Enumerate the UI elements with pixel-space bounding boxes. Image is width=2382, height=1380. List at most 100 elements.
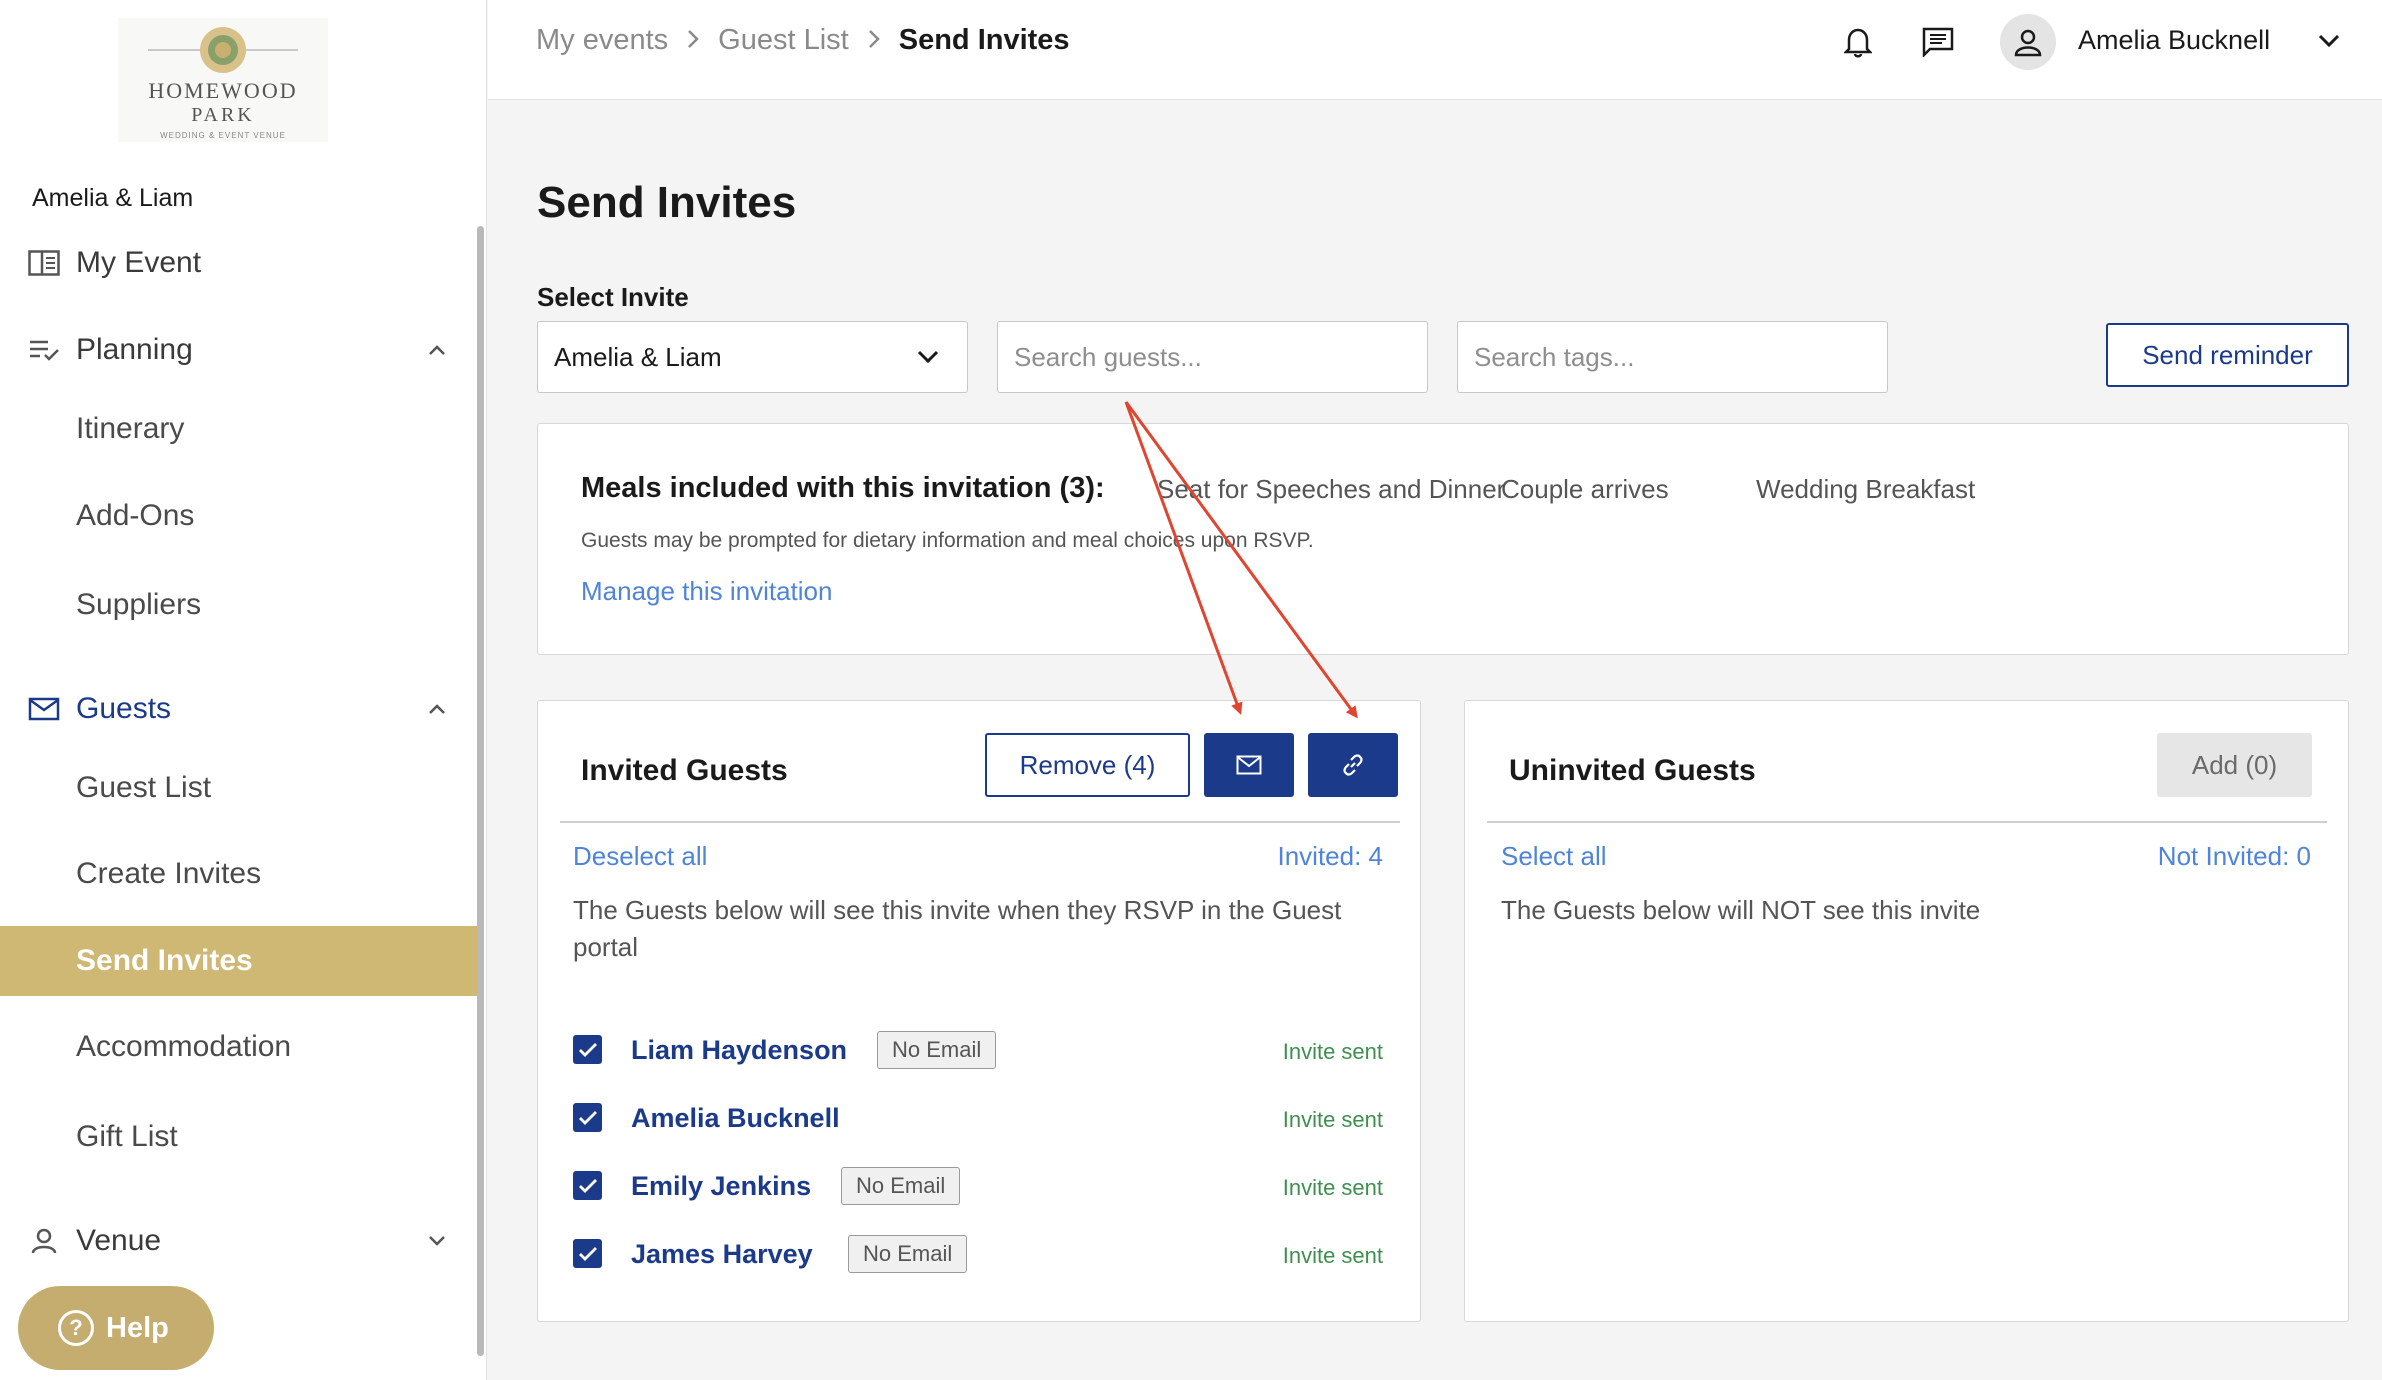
uninvited-guests-title: Uninvited Guests [1509,754,1756,787]
send-email-button[interactable] [1204,733,1294,797]
logo-text-homewood: HOMEWOOD [148,78,298,103]
send-reminder-button[interactable]: Send reminder [2106,323,2349,387]
guest-checkbox[interactable] [573,1239,602,1268]
meal-tag: Wedding Breakfast [1756,474,1976,504]
copy-link-button[interactable] [1308,733,1398,797]
venue-logo[interactable]: HOMEWOOD PARK WEDDING & EVENT VENUE [118,18,328,142]
sidebar-item-send-invites[interactable]: Send Invites [0,926,478,996]
sidebar-item-label: Guests [76,692,172,725]
guest-checkbox[interactable] [573,1171,602,1200]
sidebar-item-create-invites[interactable]: Create Invites [0,839,478,909]
guest-name[interactable]: James Harvey [631,1239,813,1270]
sidebar-item-label: My Event [76,246,202,279]
invite-select[interactable]: Amelia & Liam [537,321,968,393]
sidebar-item-label: Add-Ons [76,499,195,532]
chevron-up-icon[interactable] [424,337,450,363]
sidebar-item-label: Venue [76,1224,162,1257]
guest-checkbox[interactable] [573,1035,602,1064]
page-title: Send Invites [537,178,797,227]
manage-invitation-link[interactable]: Manage this invitation [581,576,832,607]
invite-select-value: Amelia & Liam [554,341,722,372]
breadcrumb-my-events[interactable]: My events [536,24,668,57]
breadcrumb-guest-list[interactable]: Guest List [718,24,849,57]
logo-text-park: PARK [191,104,255,126]
sidebar: HOMEWOOD PARK WEDDING & EVENT VENUE Amel… [0,0,487,1380]
sidebar-item-my-event[interactable]: My Event [0,228,478,298]
sidebar-item-guest-list[interactable]: Guest List [0,753,478,823]
guest-name[interactable]: Emily Jenkins [631,1171,811,1202]
sidebar-item-suppliers[interactable]: Suppliers [0,570,478,640]
sidebar-item-label: Create Invites [76,857,262,890]
table-row[interactable]: Emily Jenkins No Email Invite sent [573,1167,1383,1207]
bell-icon[interactable] [1838,22,1878,62]
card-divider [560,821,1400,823]
sidebar-item-accommodation[interactable]: Accommodation [0,1012,478,1082]
person-icon [26,1223,62,1259]
search-guests-input[interactable] [1014,341,1427,373]
help-button[interactable]: ? Help [18,1286,214,1370]
sidebar-item-itinerary[interactable]: Itinerary [0,394,478,464]
table-row[interactable]: James Harvey No Email Invite sent [573,1235,1383,1275]
invite-status: Invite sent [1282,1039,1383,1064]
sidebar-item-label: Gift List [76,1120,178,1153]
breadcrumb-send-invites: Send Invites [898,24,1070,56]
sidebar-item-guests[interactable]: Guests [0,674,478,744]
chevron-up-icon[interactable] [424,696,450,722]
select-invite-label: Select Invite [537,282,689,312]
chevron-right-icon [867,25,881,56]
chat-icon[interactable] [1918,22,1958,62]
check-icon [578,1178,597,1193]
check-icon [578,1042,597,1057]
sidebar-item-add-ons[interactable]: Add-Ons [0,481,478,551]
meal-tag: Seat for Speeches and Dinner [1157,474,1506,504]
table-row[interactable]: Amelia Bucknell Invite sent [573,1099,1383,1139]
guest-name[interactable]: Liam Haydenson [631,1035,847,1066]
no-email-badge: No Email [877,1031,997,1069]
check-icon [578,1110,597,1125]
meal-tag: Couple arrives [1501,474,1669,504]
invited-guests-title: Invited Guests [581,754,788,787]
mail-icon [1236,755,1262,775]
uninvited-description: The Guests below will NOT see this invit… [1501,895,1981,925]
mail-icon [26,691,62,727]
search-guests-field[interactable] [997,321,1428,393]
add-button[interactable]: Add (0) [2157,733,2312,797]
sidebar-item-gift-list[interactable]: Gift List [0,1102,478,1172]
sidebar-item-venue[interactable]: Venue [0,1206,478,1276]
guest-checkbox[interactable] [573,1103,602,1132]
chevron-right-icon [686,25,700,56]
breadcrumb: My events Guest List Send Invites [536,24,1070,57]
remove-button[interactable]: Remove (4) [985,733,1190,797]
sidebar-scrollbar[interactable] [477,226,484,1356]
invited-description: The Guests below will see this invite wh… [573,895,1342,962]
invited-guests-card: Invited Guests Remove (4) Deselect all I… [537,700,1421,1322]
deselect-all-link[interactable]: Deselect all [573,841,707,872]
card-divider [1487,821,2327,823]
meals-title: Meals included with this invitation (3): [581,472,1105,504]
invite-status: Invite sent [1282,1243,1383,1268]
sidebar-item-planning[interactable]: Planning [0,315,478,385]
avatar[interactable] [2000,14,2056,70]
select-all-link[interactable]: Select all [1501,841,1607,872]
invite-status: Invite sent [1282,1175,1383,1200]
chevron-down-icon[interactable] [2314,26,2344,56]
checklist-icon [26,332,62,368]
table-row[interactable]: Liam Haydenson No Email Invite sent [573,1031,1383,1071]
sidebar-item-label: Accommodation [76,1030,292,1063]
sidebar-item-label: Send Invites [76,944,253,977]
invite-status: Invite sent [1282,1107,1383,1132]
guest-name[interactable]: Amelia Bucknell [631,1103,840,1134]
sidebar-item-label: Guest List [76,771,212,804]
uninvited-guests-card: Uninvited Guests Add (0) Select all Not … [1464,700,2349,1322]
meals-note: Guests may be prompted for dietary infor… [581,529,1314,552]
sidebar-item-label: Itinerary [76,412,185,445]
chevron-down-icon[interactable] [424,1228,450,1254]
help-label: Help [106,1311,169,1344]
search-tags-input[interactable] [1474,341,1887,373]
top-bar: My events Guest List Send Invites Amelia… [488,0,2382,100]
question-icon: ? [58,1310,94,1346]
search-tags-field[interactable] [1457,321,1888,393]
user-name[interactable]: Amelia Bucknell [2078,25,2270,56]
invited-count: Invited: 4 [1277,841,1383,871]
sidebar-item-label: Planning [76,333,193,366]
